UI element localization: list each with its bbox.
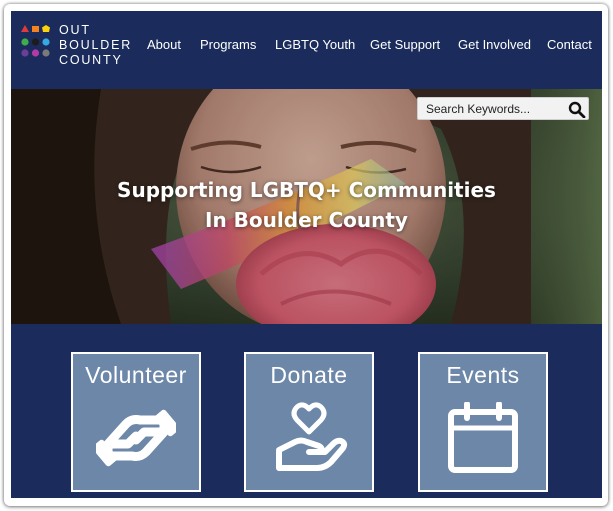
nav-item-lgbtq-youth[interactable]: LGBTQ Youth (275, 37, 355, 52)
volunteer-label: Volunteer (85, 362, 187, 388)
hero-banner: Supporting LGBTQ+ Communities In Boulder… (11, 89, 602, 324)
handshake-icon (96, 409, 176, 467)
events-card[interactable]: Events (418, 352, 548, 492)
website: OUT BOULDER COUNTY About Programs LGBTQ … (11, 11, 602, 498)
events-label: Events (446, 362, 520, 388)
main-nav: About Programs LGBTQ Youth Get Support G… (11, 37, 602, 57)
logo-line-1: OUT (59, 23, 91, 37)
nav-item-about[interactable]: About (147, 37, 181, 52)
search-icon[interactable] (568, 101, 586, 118)
donate-card[interactable]: Donate (244, 352, 374, 492)
nav-item-programs[interactable]: Programs (200, 37, 256, 52)
search-input[interactable] (426, 101, 556, 117)
nav-item-get-support[interactable]: Get Support (370, 37, 440, 52)
window-frame: OUT BOULDER COUNTY About Programs LGBTQ … (4, 4, 608, 506)
donate-label: Donate (270, 362, 348, 388)
hero-headline: Supporting LGBTQ+ Communities In Boulder… (11, 175, 602, 235)
site-header: OUT BOULDER COUNTY About Programs LGBTQ … (11, 11, 602, 89)
hero-headline-line-2: In Boulder County (205, 208, 408, 232)
volunteer-card[interactable]: Volunteer (71, 352, 201, 492)
hero-headline-line-1: Supporting LGBTQ+ Communities (117, 178, 496, 202)
nav-item-contact[interactable]: Contact (547, 37, 592, 52)
heart-in-hand-icon (276, 402, 348, 471)
search-box[interactable] (417, 97, 589, 120)
action-cards: Volunteer Donate Events (11, 324, 602, 498)
calendar-icon (448, 402, 518, 473)
nav-item-get-involved[interactable]: Get Involved (458, 37, 531, 52)
